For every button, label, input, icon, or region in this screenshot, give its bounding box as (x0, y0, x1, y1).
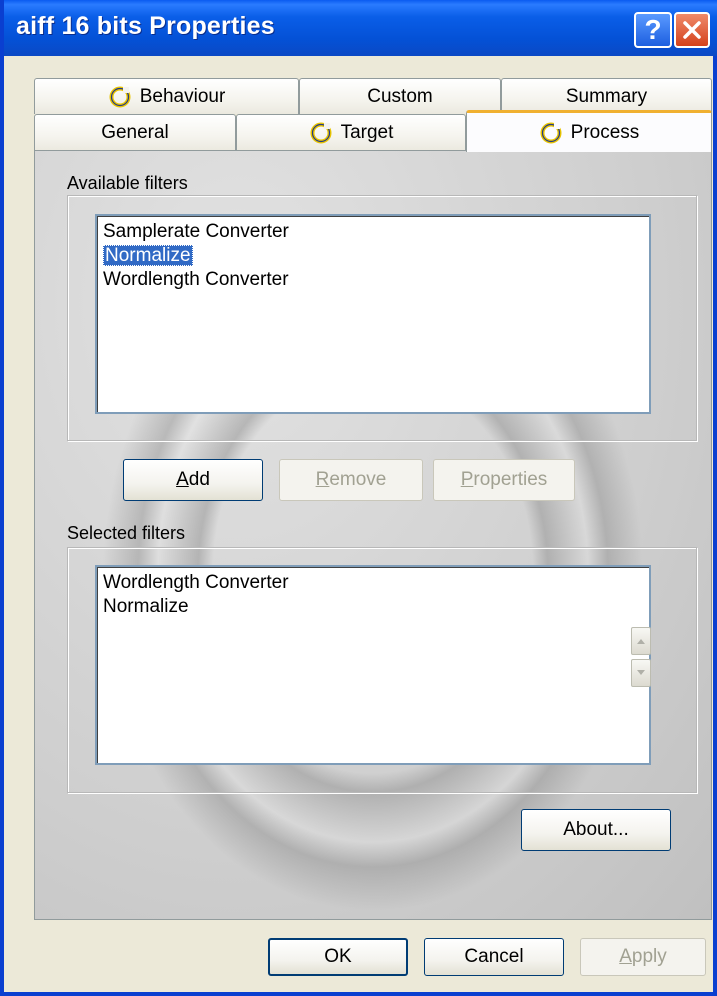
help-icon: ? (644, 14, 662, 45)
list-item[interactable]: Samplerate Converter (103, 220, 643, 244)
tab-label: Target (340, 122, 394, 143)
cancel-button[interactable]: Cancel (424, 938, 564, 976)
tab-label: General (101, 122, 169, 143)
available-filters-label: Available filters (67, 173, 188, 193)
move-down-button[interactable] (631, 659, 651, 687)
tab-process[interactable]: Process (466, 110, 712, 152)
list-item[interactable]: Normalize (103, 595, 643, 619)
ring-icon (109, 86, 131, 107)
close-button[interactable] (674, 12, 710, 48)
arrow-up-icon (637, 639, 645, 644)
list-item[interactable]: Wordlength Converter (103, 571, 643, 595)
window-title: aiff 16 bits Properties (16, 12, 275, 40)
selected-filters-list[interactable]: Wordlength Converter Normalize (95, 565, 651, 765)
tab-behaviour[interactable]: Behaviour (34, 78, 299, 114)
arrow-down-icon (637, 670, 645, 675)
move-up-button[interactable] (631, 627, 651, 655)
tab-label: Process (570, 121, 640, 143)
process-tab-panel: Available filters Samplerate Converter N… (34, 150, 712, 920)
ok-button[interactable]: OK (268, 938, 408, 976)
properties-window: aiff 16 bits Properties ? Behaviour Cust… (0, 0, 717, 996)
tab-target[interactable]: Target (236, 114, 466, 151)
apply-button[interactable]: Apply (580, 938, 706, 976)
ring-icon (310, 122, 332, 144)
tab-custom[interactable]: Custom (299, 78, 501, 114)
tab-summary[interactable]: Summary (501, 78, 712, 114)
close-icon (683, 21, 701, 39)
remove-button[interactable]: Remove (279, 459, 423, 501)
tab-label: Summary (565, 85, 648, 107)
list-item-selected[interactable]: Normalize (103, 244, 643, 268)
tab-label: Custom (367, 85, 433, 107)
about-button[interactable]: About... (521, 809, 671, 851)
list-item[interactable]: Wordlength Converter (103, 268, 643, 292)
tab-general[interactable]: General (34, 114, 236, 151)
help-button[interactable]: ? (634, 12, 672, 48)
tab-label: Behaviour (139, 85, 226, 107)
available-filters-list[interactable]: Samplerate Converter Normalize Wordlengt… (95, 214, 651, 414)
ring-icon (540, 122, 562, 143)
add-button[interactable]: Add (123, 459, 263, 501)
title-bar[interactable]: aiff 16 bits Properties ? (4, 0, 717, 56)
selected-filters-label: Selected filters (67, 523, 186, 543)
properties-button[interactable]: Properties (433, 459, 575, 501)
